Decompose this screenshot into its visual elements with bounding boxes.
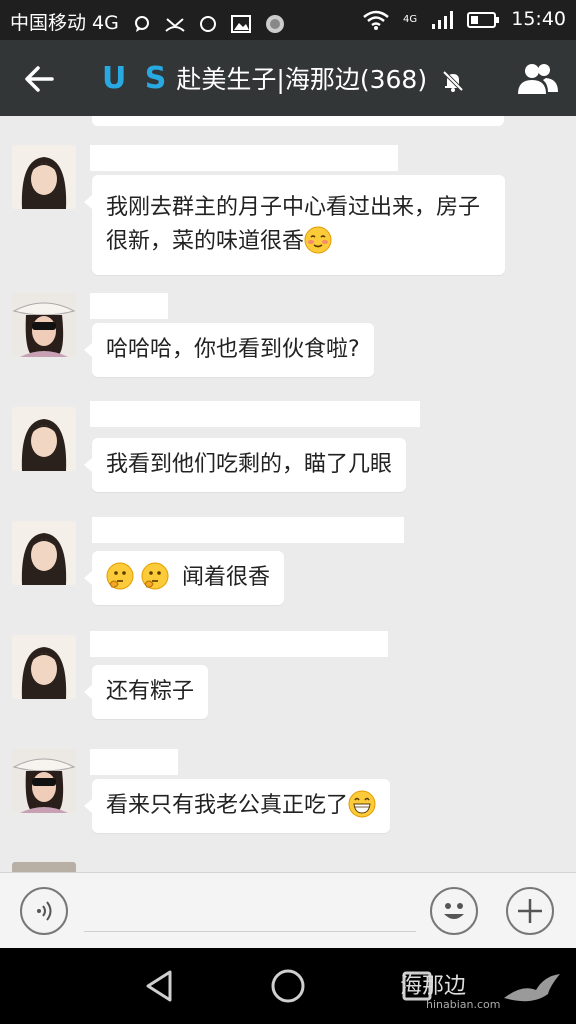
watermark-brand: 海那边 — [400, 974, 467, 999]
message-bubble[interactable]: 我看到他们吃剩的，瞄了几眼 — [83, 438, 407, 492]
chat-header: U S 赴美生子|海那边(368) — [0, 40, 576, 116]
message-item: 看来只有我老公真正吃了 — [0, 749, 576, 849]
chat-title-group: U S 赴美生子|海那边(368) — [102, 60, 465, 96]
clock: 15:40 — [511, 8, 566, 30]
blush-emoji-icon — [304, 226, 332, 254]
previous-bubble-fragment — [92, 116, 504, 126]
message-bubble[interactable]: 哈哈哈，你也看到伙食啦? — [84, 323, 374, 377]
message-bubble[interactable]: 我刚去群主的月子中心看过出来，房子很新，菜的味道很香 — [84, 175, 505, 275]
avatar[interactable] — [12, 635, 76, 699]
signal-icon — [432, 10, 454, 29]
grin-emoji-icon — [348, 790, 376, 818]
message-text: 我看到他们吃剩的，瞄了几眼 — [106, 452, 393, 477]
message-input-bar — [0, 872, 576, 949]
message-text: 哈哈哈，你也看到伙食啦? — [106, 337, 360, 362]
avatar[interactable] — [12, 407, 76, 471]
us-logo: U S — [102, 61, 171, 96]
group-members-icon[interactable] — [516, 60, 560, 96]
message-text: 看来只有我老公真正吃了 — [106, 793, 349, 818]
smiley-face-icon — [444, 903, 464, 919]
circle-status-icon — [200, 15, 216, 32]
hinabian-watermark: 海那边 hinabian.com — [400, 968, 500, 1011]
watermark-url: hinabian.com — [426, 998, 501, 1011]
status-bar: 中国移动 4G 4G 15:40 — [0, 0, 576, 40]
message-item: 我刚去群主的月子中心看过出来，房子很新，菜的味道很香 — [0, 145, 576, 295]
avatar[interactable] — [12, 293, 76, 357]
avatar[interactable] — [12, 749, 76, 813]
sender-name-placeholder — [92, 517, 404, 543]
sender-name-placeholder — [90, 749, 178, 775]
more-options-button[interactable] — [506, 887, 554, 935]
image-icon — [231, 14, 252, 33]
chat-message-list[interactable]: 我刚去群主的月子中心看过出来，房子很新，菜的味道很香 哈哈哈，你也看到伙食啦? … — [0, 116, 576, 872]
message-item: 还有粽子 — [0, 631, 576, 735]
message-text-input[interactable] — [84, 931, 416, 932]
missed-call-icon — [165, 17, 185, 32]
message-bubble-icon — [134, 15, 149, 32]
message-text: 闻着很香 — [182, 565, 271, 590]
message-bubble[interactable]: 看来只有我老公真正吃了 — [83, 779, 391, 833]
avatar[interactable] — [12, 862, 76, 872]
voice-button[interactable] — [20, 887, 68, 935]
avatar[interactable] — [12, 145, 76, 209]
carrier-label: 中国移动 4G — [10, 12, 119, 34]
message-text: 我刚去群主的月子中心看过出来，房子很新，菜的味道很香 — [106, 195, 481, 254]
network-type-label: 4G — [402, 14, 418, 25]
bird-logo-icon — [504, 974, 560, 1002]
message-bubble[interactable]: 还有粽子 — [83, 665, 209, 719]
nav-home-icon[interactable] — [270, 968, 306, 1004]
battery-icon — [467, 11, 500, 28]
sender-name-placeholder — [90, 631, 388, 657]
message-bubble[interactable]: 闻着很香 — [83, 551, 285, 605]
avatar[interactable] — [12, 521, 76, 585]
nav-back-icon[interactable] — [144, 969, 176, 1003]
thinking-emoji-icon — [141, 562, 169, 590]
sender-name-placeholder — [90, 293, 168, 319]
group-title: 赴美生子|海那边(368) — [176, 65, 428, 94]
app-notification-icon — [266, 14, 285, 33]
sender-name-placeholder — [90, 401, 420, 427]
wifi-icon — [363, 10, 389, 30]
voice-wave-icon — [37, 901, 52, 921]
plus-icon — [518, 899, 542, 923]
message-text: 还有粽子 — [106, 679, 195, 704]
emoji-button[interactable] — [430, 887, 478, 935]
message-item: 闻着很香 — [0, 517, 576, 621]
sender-name-placeholder — [90, 145, 398, 171]
message-item: 我看到他们吃剩的，瞄了几眼 — [0, 401, 576, 507]
thinking-emoji-icon — [106, 562, 134, 590]
back-arrow-icon[interactable] — [22, 62, 56, 96]
mute-bell-icon — [442, 70, 464, 92]
message-item: 哈哈哈，你也看到伙食啦? — [0, 293, 576, 393]
